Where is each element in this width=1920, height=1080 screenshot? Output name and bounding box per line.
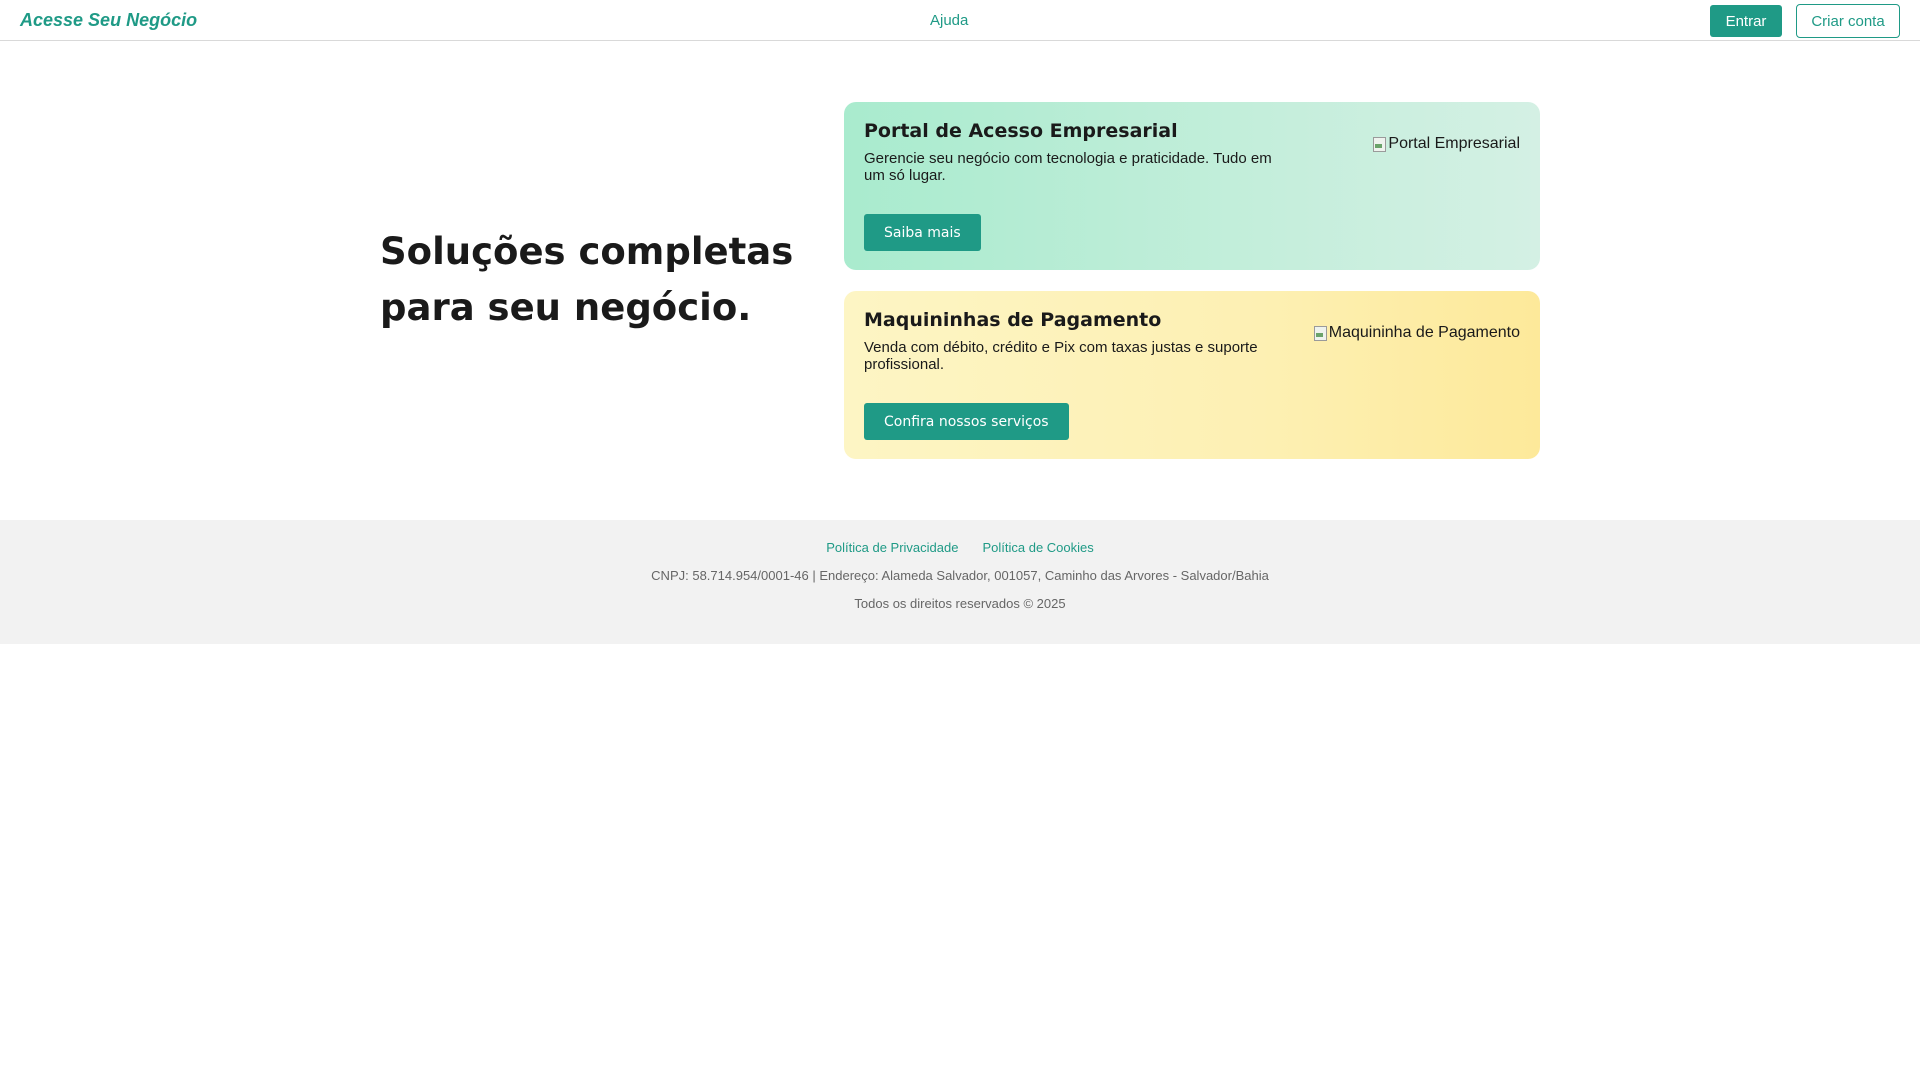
portal-image: Portal Empresarial <box>1372 135 1520 153</box>
view-services-button[interactable]: Confira nossos serviços <box>864 403 1069 440</box>
copyright-text: Todos os direitos reservados © 2025 <box>854 596 1066 611</box>
cookie-policy-link[interactable]: Política de Cookies <box>982 540 1093 555</box>
card-title: Portal de Acesso Empresarial <box>864 120 1178 142</box>
card-description: Venda com débito, crédito e Pix com taxa… <box>864 339 1258 373</box>
hero-title: Soluções completas para seu negócio. <box>380 230 794 329</box>
privacy-policy-link[interactable]: Política de Privacidade <box>826 540 958 555</box>
broken-image-icon <box>1372 136 1387 152</box>
footer-links: Política de Privacidade Política de Cook… <box>0 540 1920 555</box>
company-info: CNPJ: 58.714.954/0001-46 | Endereço: Ala… <box>651 568 1269 583</box>
image-alt-text: Maquininha de Pagamento <box>1328 324 1520 341</box>
help-link[interactable]: Ajuda <box>930 12 968 29</box>
image-alt-text: Portal Empresarial <box>1388 135 1520 152</box>
payment-machine-image: Maquininha de Pagamento <box>1313 324 1520 342</box>
create-account-button[interactable]: Criar conta <box>1796 4 1900 38</box>
learn-more-button[interactable]: Saiba mais <box>864 214 981 251</box>
card-title: Maquininhas de Pagamento <box>864 309 1162 331</box>
broken-image-icon <box>1313 325 1327 341</box>
page-footer: Política de Privacidade Política de Cook… <box>0 520 1920 644</box>
business-portal-card: Portal de Acesso Empresarial Gerencie se… <box>844 102 1540 270</box>
payment-machines-card: Maquininhas de Pagamento Venda com débit… <box>844 291 1540 459</box>
top-header: Acesse Seu Negócio Ajuda Entrar Criar co… <box>0 0 1920 41</box>
card-description: Gerencie seu negócio com tecnologia e pr… <box>864 150 1272 184</box>
login-button[interactable]: Entrar <box>1710 5 1782 37</box>
brand-logo-link[interactable]: Acesse Seu Negócio <box>20 10 197 31</box>
